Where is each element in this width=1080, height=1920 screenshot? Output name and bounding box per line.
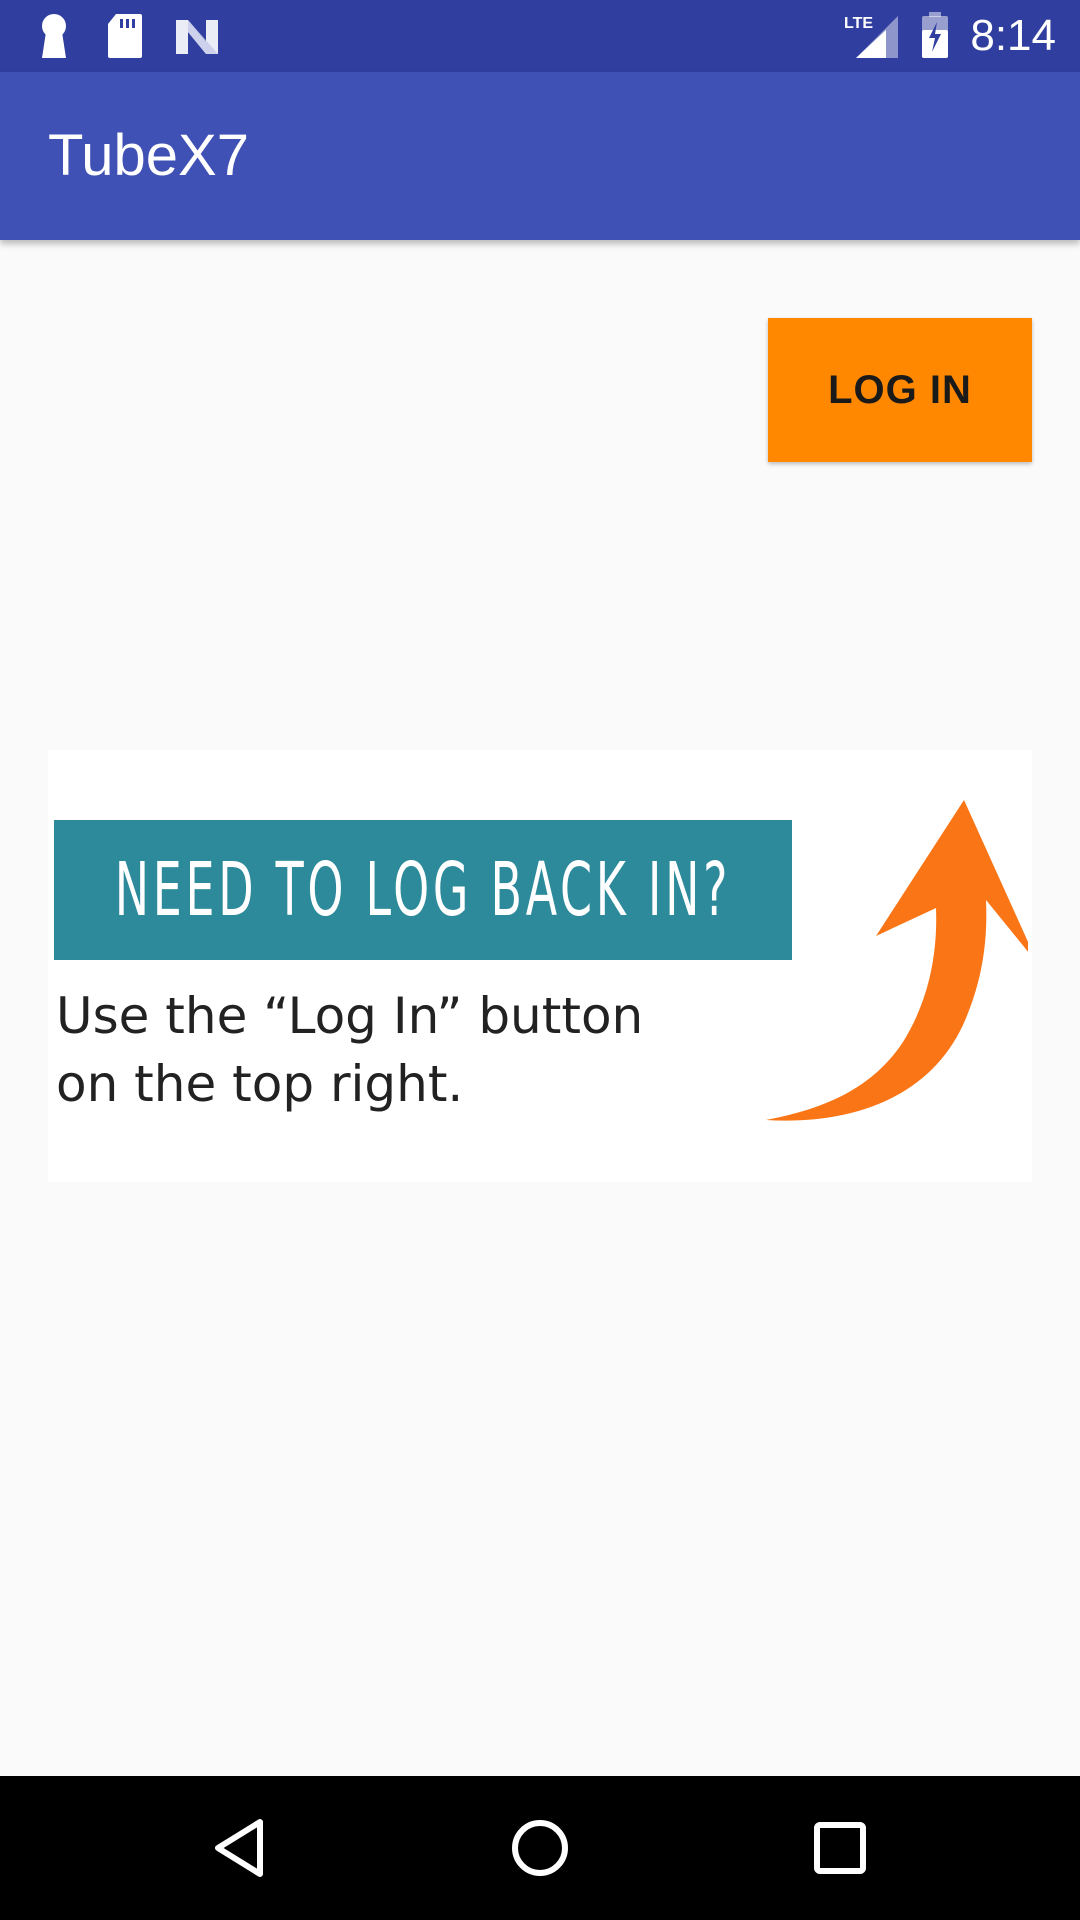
app-bar: TubeX7 <box>0 72 1080 240</box>
clock: 8:14 <box>970 11 1056 60</box>
n-logo-icon <box>176 20 218 54</box>
battery-charging-icon <box>922 12 948 58</box>
home-icon[interactable] <box>504 1812 576 1884</box>
navigation-bar <box>0 1776 1080 1920</box>
banner-subtext-line1: Use the “Log In” button <box>56 987 644 1045</box>
app-title: TubeX7 <box>48 123 249 188</box>
keyhole-icon <box>42 14 66 58</box>
log-in-button[interactable]: LOG IN <box>768 318 1032 462</box>
svg-text:LTE: LTE <box>844 15 873 32</box>
recents-icon[interactable] <box>804 1812 876 1884</box>
status-bar: LTE 8:14 <box>0 0 1080 72</box>
banner-subtext-line2: on the top right. <box>56 1055 464 1113</box>
curved-arrow-icon <box>766 800 1028 1121</box>
lte-signal-icon: LTE <box>844 15 898 58</box>
headline-box: NEED TO LOG BACK IN? <box>54 820 792 960</box>
log-back-in-banner: NEED TO LOG BACK IN? Use the “Log In” bu… <box>48 750 1032 1182</box>
back-icon[interactable] <box>204 1812 276 1884</box>
sd-card-icon <box>108 14 142 58</box>
banner-headline: NEED TO LOG BACK IN? <box>114 847 732 933</box>
banner-subtext: Use the “Log In” button on the top right… <box>56 982 756 1118</box>
